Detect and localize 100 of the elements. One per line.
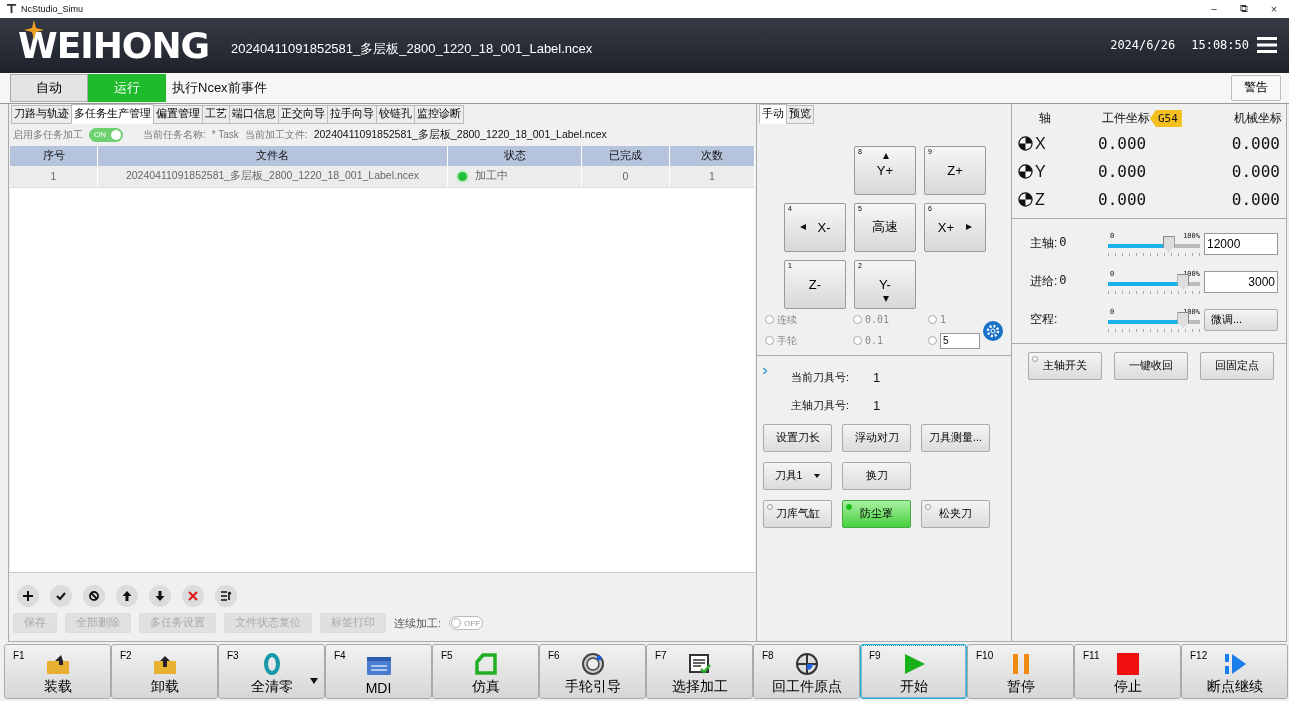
column-header: 次数 — [670, 145, 755, 166]
column-header: 工件坐标 — [1102, 110, 1150, 128]
sort-button[interactable] — [215, 585, 237, 608]
function-key[interactable]: F1 装载 — [4, 644, 111, 700]
table-cell: 0 — [582, 165, 670, 187]
current-tool-label: 当前刀具号: — [791, 370, 851, 386]
step-input[interactable]: 5 — [940, 332, 980, 349]
column-header: 状态 — [448, 145, 582, 166]
radio-button[interactable] — [928, 336, 937, 346]
checkmark-icon — [55, 590, 67, 603]
alarm-button[interactable]: 警告 — [1231, 74, 1281, 101]
up-button[interactable] — [116, 585, 138, 608]
override-label: 主轴: — [1030, 235, 1058, 253]
task-label: 当前任务名称: — [143, 127, 206, 142]
override-input[interactable]: 12000 — [1204, 232, 1278, 255]
table-cell: 1 — [10, 165, 98, 187]
axis-name: Y — [1035, 162, 1046, 181]
enable-label: 启用多任务加工 — [13, 127, 83, 142]
time: 15:08:50 — [1191, 38, 1249, 53]
triangle-up-icon — [883, 152, 889, 159]
down-button[interactable] — [149, 585, 171, 608]
tab[interactable]: 预览 — [786, 104, 814, 124]
add-button[interactable] — [17, 585, 39, 608]
mode-button[interactable]: 自动 — [10, 73, 88, 102]
machine-coordinate: 0.000 — [1231, 134, 1280, 154]
function-key[interactable]: F7 选择加工 — [646, 644, 753, 700]
tool-button[interactable]: 浮动对刀 — [842, 423, 911, 452]
tab[interactable]: 工艺 — [202, 104, 230, 124]
tab[interactable]: 监控诊断 — [414, 104, 464, 124]
tab[interactable]: 正交向导 — [278, 104, 328, 124]
tab[interactable]: 铰链孔 — [376, 104, 415, 124]
status-message: 执行Ncex前事件 — [172, 78, 267, 97]
column-header: 机械坐标 — [1234, 110, 1282, 128]
step-label: 0.1 — [865, 335, 884, 347]
prohibited-icon — [88, 590, 100, 603]
caret-icon — [814, 473, 821, 478]
settings-icon[interactable] — [983, 320, 1003, 341]
down-arrow-icon — [154, 590, 166, 603]
axis-name: Z — [1035, 190, 1045, 209]
current-tool-value: 1 — [873, 370, 881, 386]
wcs-tag[interactable]: G54 — [1150, 110, 1182, 128]
function-key[interactable]: F8 回工件原点 — [753, 644, 860, 700]
spindle-button[interactable]: 一键收回 — [1114, 351, 1188, 380]
io-button[interactable]: 松夹刀 — [921, 499, 990, 528]
radio-button[interactable] — [853, 336, 862, 346]
step-label: 连续 — [777, 312, 797, 327]
tool-dropdown[interactable]: 刀具1 — [763, 461, 832, 490]
tab[interactable]: 手动 — [759, 103, 787, 124]
spindle-tool-value: 1 — [873, 398, 881, 414]
task-name: * Task — [211, 129, 239, 141]
function-key[interactable]: F9 开始 — [860, 644, 967, 700]
work-coordinate: 0.000 — [1098, 162, 1148, 182]
fine-tune-button[interactable]: 微调... — [1204, 308, 1278, 331]
continuous-label: 连续加工: — [394, 615, 442, 631]
function-key[interactable]: F11 停止 — [1074, 644, 1181, 700]
check-button[interactable] — [50, 585, 72, 608]
triangle-right-icon — [966, 224, 973, 231]
tool-button[interactable]: 换刀 — [842, 461, 911, 490]
spindle-button[interactable]: 回固定点 — [1200, 351, 1274, 380]
tool-button[interactable]: 设置刀长 — [763, 423, 832, 452]
override-input[interactable]: 3000 — [1204, 270, 1278, 293]
radio-button[interactable] — [765, 336, 774, 346]
file-label: 当前加工文件: — [244, 127, 308, 142]
function-key[interactable]: F5 仿真 — [432, 644, 539, 700]
radio-button[interactable] — [765, 315, 774, 325]
axis-name: X — [1035, 134, 1046, 153]
function-key[interactable]: F10 暂停 — [967, 644, 1074, 700]
io-button[interactable]: 刀库气缸 — [763, 499, 832, 528]
tab[interactable]: 偏置管理 — [153, 104, 203, 124]
override-label: 空程: — [1030, 311, 1058, 329]
machine-coordinate: 0.000 — [1231, 162, 1280, 182]
tab[interactable]: 拉手向导 — [327, 104, 377, 124]
window-control[interactable]: − — [1199, 2, 1229, 16]
column-header: 轴 — [1038, 110, 1052, 128]
delete-button[interactable] — [182, 585, 204, 608]
menu-icon[interactable] — [1257, 37, 1277, 54]
spindle-button[interactable]: 主轴开关 — [1028, 351, 1102, 380]
table-cell: 加工中 — [475, 169, 508, 184]
function-key[interactable]: F2 卸载 — [111, 644, 218, 700]
tab[interactable]: 刀路与轨迹 — [11, 104, 72, 124]
io-button[interactable]: 防尘罩 — [842, 499, 911, 528]
step-label: 手轮 — [777, 333, 797, 348]
function-key[interactable]: F12 断点继续 — [1181, 644, 1288, 700]
chevron-icon[interactable] — [763, 367, 767, 374]
tool-button[interactable]: 刀具测量... — [921, 423, 990, 452]
radio-button[interactable] — [928, 315, 937, 325]
function-key[interactable]: F3 全清零 — [218, 644, 325, 700]
plus-icon — [22, 590, 34, 603]
override-reading: 0 — [1059, 235, 1067, 252]
window-control[interactable]: × — [1259, 2, 1289, 16]
logo: WEIHONG — [18, 20, 210, 67]
current-file: 20240411091852581_多层板_2800_1220_18_001_Label.ncex — [313, 127, 607, 142]
radio-button[interactable] — [853, 315, 862, 325]
function-key[interactable]: F6 手轮引导 — [539, 644, 646, 700]
function-key[interactable]: F4 MDI — [325, 644, 432, 700]
window-control[interactable]: ⧉ — [1229, 2, 1259, 16]
ban-button[interactable] — [83, 585, 105, 608]
column-header: 序号 — [10, 145, 98, 166]
work-coordinate: 0.000 — [1098, 134, 1148, 154]
tab[interactable]: 端口信息 — [229, 104, 279, 124]
